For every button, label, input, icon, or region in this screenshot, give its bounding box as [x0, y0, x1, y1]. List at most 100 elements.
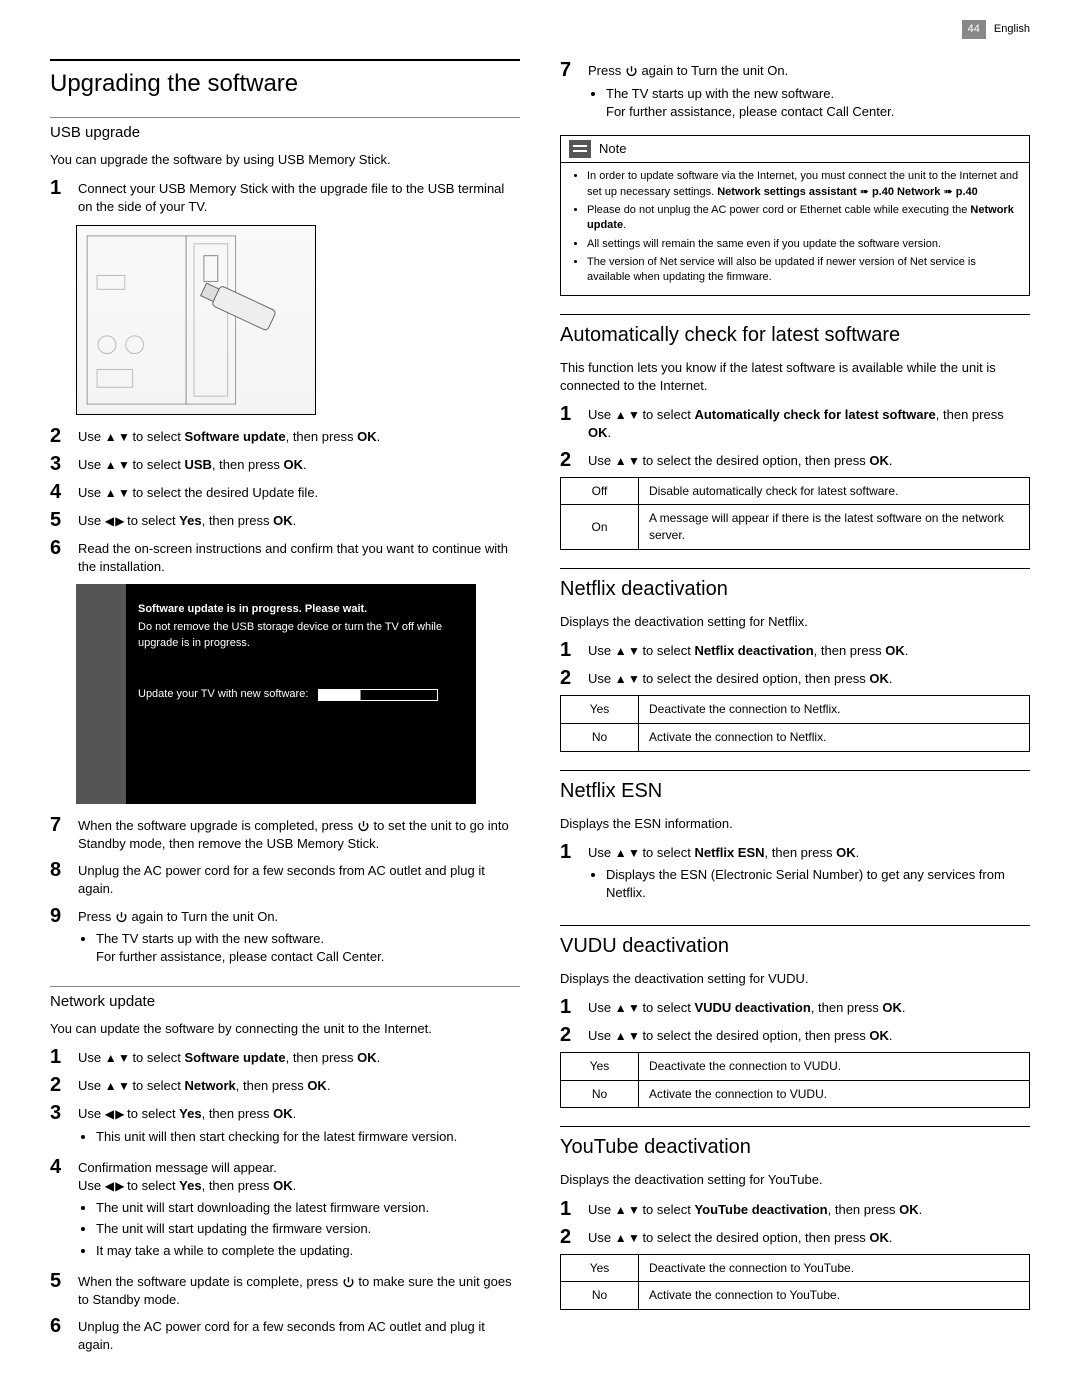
auto-options-table: OffDisable automatically check for lates…: [560, 477, 1030, 550]
net-step-2: Use ▲ ▼ to select Network, then press OK…: [78, 1074, 520, 1095]
esn-intro: Displays the ESN information.: [560, 815, 1030, 833]
net-step-3: Use ◀ ▶ to select Yes, then press OK. Th…: [78, 1102, 520, 1149]
net-step-5: When the software update is complete, pr…: [78, 1270, 520, 1309]
usb-step-8: Unplug the AC power cord for a few secon…: [78, 859, 520, 898]
updown-icon: ▲ ▼: [105, 486, 129, 500]
yt-options-table: YesDeactivate the connection to YouTube.…: [560, 1254, 1030, 1311]
updown-icon: ▲ ▼: [615, 644, 639, 658]
table-row: OffDisable automatically check for lates…: [561, 477, 1030, 505]
net-step-4-bullet-2: The unit will start updating the firmwar…: [96, 1220, 520, 1238]
network-intro: You can update the software by connectin…: [50, 1020, 520, 1038]
table-row: NoActivate the connection to Netflix.: [561, 724, 1030, 752]
yt-step-1: Use ▲ ▼ to select YouTube deactivation, …: [588, 1198, 1030, 1219]
nfx-intro: Displays the deactivation setting for Ne…: [560, 613, 1030, 631]
note-item-1: In order to update software via the Inte…: [587, 169, 1019, 200]
power-icon: [115, 911, 128, 924]
page-header: 44 English: [50, 20, 1030, 39]
arrow-icon: ➠: [860, 185, 869, 200]
leftright-icon: ◀ ▶: [105, 1179, 124, 1193]
updown-icon: ▲ ▼: [615, 1203, 639, 1217]
usb-step-6: Read the on-screen instructions and conf…: [78, 537, 520, 576]
nfx-step-1: Use ▲ ▼ to select Netflix deactivation, …: [588, 639, 1030, 660]
updown-icon: ▲ ▼: [615, 846, 639, 860]
note-box: Note In order to update software via the…: [560, 135, 1030, 296]
heading-youtube-deactivation: YouTube deactivation: [560, 1126, 1030, 1161]
usb-step-9-bullet: The TV starts up with the new software.F…: [96, 930, 520, 966]
vudu-step-2: Use ▲ ▼ to select the desired option, th…: [588, 1024, 1030, 1045]
page-language: English: [994, 22, 1030, 37]
esn-step-1: Use ▲ ▼ to select Netflix ESN, then pres…: [588, 841, 1030, 907]
note-item-4: The version of Net service will also be …: [587, 255, 1019, 286]
tv-screen-figure: Software update is in progress. Please w…: [76, 584, 476, 804]
auto-step-1: Use ▲ ▼ to select Automatically check fo…: [588, 403, 1030, 442]
updown-icon: ▲ ▼: [105, 430, 129, 444]
net-step-7-bullet: The TV starts up with the new software.F…: [606, 85, 1030, 121]
heading-network-update: Network update: [50, 986, 520, 1012]
usb-step-9: Press again to Turn the unit On. The TV …: [78, 905, 520, 971]
usb-step-1: Connect your USB Memory Stick with the u…: [78, 177, 520, 216]
heading-auto-check: Automatically check for latest software: [560, 314, 1030, 349]
usb-step-5: Use ◀ ▶ to select Yes, then press OK.: [78, 509, 520, 530]
network-steps: 1Use ▲ ▼ to select Software update, then…: [50, 1046, 520, 1354]
net-step-3-bullet: This unit will then start checking for t…: [96, 1128, 520, 1146]
table-row: YesDeactivate the connection to YouTube.: [561, 1254, 1030, 1282]
table-row: YesDeactivate the connection to Netflix.: [561, 696, 1030, 724]
usb-intro: You can upgrade the software by using US…: [50, 151, 520, 169]
table-row: YesDeactivate the connection to VUDU.: [561, 1052, 1030, 1080]
tv-update-label: Update your TV with new software:: [138, 687, 308, 702]
leftright-icon: ◀ ▶: [105, 514, 124, 528]
heading-upgrading-software: Upgrading the software: [50, 59, 520, 101]
vudu-step-1: Use ▲ ▼ to select VUDU deactivation, the…: [588, 996, 1030, 1017]
yt-intro: Displays the deactivation setting for Yo…: [560, 1171, 1030, 1189]
vudu-options-table: YesDeactivate the connection to VUDU. No…: [560, 1052, 1030, 1109]
updown-icon: ▲ ▼: [615, 1029, 639, 1043]
updown-icon: ▲ ▼: [615, 1231, 639, 1245]
auto-step-2: Use ▲ ▼ to select the desired option, th…: [588, 449, 1030, 470]
yt-step-2: Use ▲ ▼ to select the desired option, th…: [588, 1226, 1030, 1247]
usb-step-3: Use ▲ ▼ to select USB, then press OK.: [78, 453, 520, 474]
net-step-4: Confirmation message will appear. Use ◀ …: [78, 1156, 520, 1264]
page-number: 44: [962, 20, 986, 39]
esn-bullet: Displays the ESN (Electronic Serial Numb…: [606, 866, 1030, 902]
note-item-3: All settings will remain the same even i…: [587, 237, 1019, 252]
right-column: 7 Press again to Turn the unit On. The T…: [560, 49, 1030, 1360]
arrow-icon: ➠: [943, 185, 952, 200]
usb-step-2: Use ▲ ▼ to select Software update, then …: [78, 425, 520, 446]
nfx-options-table: YesDeactivate the connection to Netflix.…: [560, 695, 1030, 752]
updown-icon: ▲ ▼: [105, 1079, 129, 1093]
net-step-4-bullet-1: The unit will start downloading the late…: [96, 1199, 520, 1217]
usb-figure: [76, 225, 316, 415]
power-icon: [625, 65, 638, 78]
heading-usb-upgrade: USB upgrade: [50, 117, 520, 143]
updown-icon: ▲ ▼: [615, 672, 639, 686]
updown-icon: ▲ ▼: [615, 454, 639, 468]
power-icon: [342, 1276, 355, 1289]
net-step-1: Use ▲ ▼ to select Software update, then …: [78, 1046, 520, 1067]
table-row: OnA message will appear if there is the …: [561, 505, 1030, 550]
left-column: Upgrading the software USB upgrade You c…: [50, 49, 520, 1360]
heading-vudu-deactivation: VUDU deactivation: [560, 925, 1030, 960]
leftright-icon: ◀ ▶: [105, 1107, 124, 1121]
vudu-intro: Displays the deactivation setting for VU…: [560, 970, 1030, 988]
note-icon: [569, 140, 591, 158]
net-step-4-bullet-3: It may take a while to complete the upda…: [96, 1242, 520, 1260]
net-step-6: Unplug the AC power cord for a few secon…: [78, 1315, 520, 1354]
progress-bar: [318, 689, 438, 701]
tv-msg-2: Do not remove the USB storage device or …: [138, 620, 464, 651]
note-label: Note: [599, 140, 626, 158]
tv-msg-1: Software update is in progress. Please w…: [138, 602, 464, 617]
usb-steps: 1Connect your USB Memory Stick with the …: [50, 177, 520, 216]
auto-intro: This function lets you know if the lates…: [560, 359, 1030, 395]
updown-icon: ▲ ▼: [615, 1001, 639, 1015]
updown-icon: ▲ ▼: [615, 408, 639, 422]
table-row: NoActivate the connection to YouTube.: [561, 1282, 1030, 1310]
table-row: NoActivate the connection to VUDU.: [561, 1080, 1030, 1108]
heading-netflix-deactivation: Netflix deactivation: [560, 568, 1030, 603]
note-item-2: Please do not unplug the AC power cord o…: [587, 203, 1019, 234]
updown-icon: ▲ ▼: [105, 1051, 129, 1065]
heading-netflix-esn: Netflix ESN: [560, 770, 1030, 805]
usb-step-7: When the software upgrade is completed, …: [78, 814, 520, 853]
updown-icon: ▲ ▼: [105, 458, 129, 472]
power-icon: [357, 820, 370, 833]
usb-step-4: Use ▲ ▼ to select the desired Update fil…: [78, 481, 520, 502]
